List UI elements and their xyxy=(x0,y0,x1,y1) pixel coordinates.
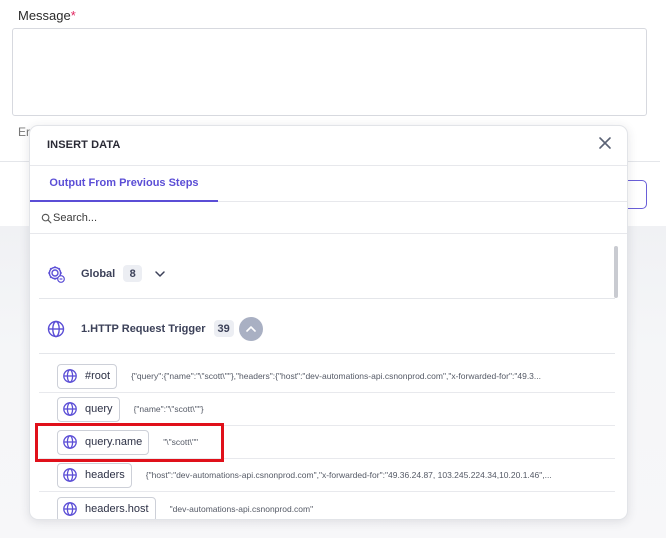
search-bar xyxy=(30,202,627,234)
data-chip-root[interactable]: #root xyxy=(57,363,118,389)
chip-label: headers xyxy=(85,469,125,481)
globe-icon xyxy=(63,502,77,516)
search-icon xyxy=(41,213,52,224)
count-badge: 39 xyxy=(213,320,234,337)
collapse-button[interactable] xyxy=(238,316,263,341)
data-chip-headers-host[interactable]: headers.host xyxy=(57,496,156,519)
count-badge: 8 xyxy=(123,265,143,282)
chip-label: headers.host xyxy=(85,503,149,515)
message-label: Message* xyxy=(18,8,76,23)
gear-icon xyxy=(48,265,65,283)
close-icon[interactable] xyxy=(597,135,613,151)
group-global[interactable]: Global 8 xyxy=(39,249,615,299)
chevron-down-icon[interactable] xyxy=(153,267,167,281)
message-textarea[interactable] xyxy=(12,28,647,116)
group-http-request-trigger[interactable]: 1.HTTP Request Trigger 39 xyxy=(39,304,615,354)
search-input[interactable] xyxy=(53,208,613,228)
required-mark: * xyxy=(70,8,76,23)
globe-icon xyxy=(63,369,77,383)
panel-header: INSERT DATA xyxy=(30,126,627,166)
row-value: {"host":"dev-automations-api.csnonprod.c… xyxy=(145,470,552,480)
tab-bar: Output From Previous Steps xyxy=(30,166,627,202)
data-row: #root {"query":{"name":"\"scott\""},"hea… xyxy=(39,360,615,393)
message-label-text: Message xyxy=(18,8,71,23)
panel-title: INSERT DATA xyxy=(47,139,121,151)
row-value: {"query":{"name":"\"scott\""},"headers":… xyxy=(131,371,541,381)
tab-output-previous-steps[interactable]: Output From Previous Steps xyxy=(30,166,218,202)
globe-icon xyxy=(63,435,77,449)
globe-icon xyxy=(63,402,77,416)
data-row: headers {"host":"dev-automations-api.csn… xyxy=(39,459,615,492)
chip-label: query.name xyxy=(85,436,143,448)
insert-data-panel: INSERT DATA Output From Previous Steps G… xyxy=(29,125,628,520)
data-chip-headers[interactable]: headers xyxy=(57,462,132,488)
chip-label: #root xyxy=(85,370,111,382)
data-row: headers.host "dev-automations-api.csnonp… xyxy=(39,493,615,519)
globe-icon xyxy=(63,468,77,482)
row-value: "\"scott\"" xyxy=(163,437,199,447)
group-global-label: Global xyxy=(81,267,116,280)
data-chip-query-name[interactable]: query.name xyxy=(57,429,150,455)
row-value: {"name":"\"scott\""} xyxy=(133,404,204,414)
data-row: query.name "\"scott\"" xyxy=(39,426,615,459)
row-value: "dev-automations-api.csnonprod.com" xyxy=(169,504,314,514)
chevron-up-icon xyxy=(245,325,256,332)
data-row: query {"name":"\"scott\""} xyxy=(39,393,615,426)
chip-label: query xyxy=(85,403,113,415)
group-http-request-trigger-label: 1.HTTP Request Trigger xyxy=(81,322,206,335)
data-chip-query[interactable]: query xyxy=(57,396,120,422)
globe-icon xyxy=(47,320,65,337)
